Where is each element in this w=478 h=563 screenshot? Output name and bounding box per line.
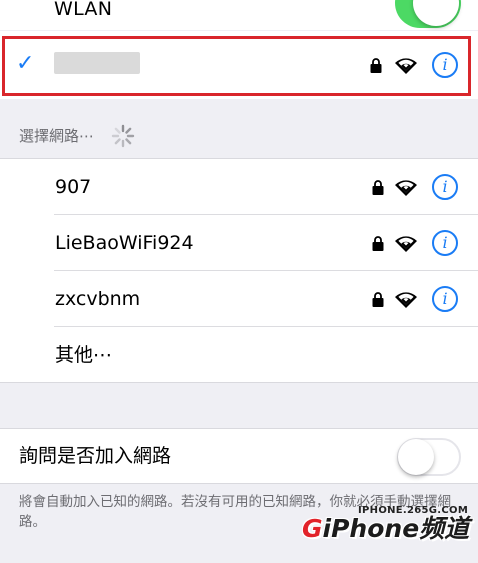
ask-to-join-toggle-knob xyxy=(398,439,434,475)
choose-network-header: 選擇網路⋯ xyxy=(19,127,95,145)
network-row[interactable]: 907 i xyxy=(0,159,478,215)
wifi-icon xyxy=(395,236,417,252)
watermark: IPHONE.265G.COM GiPhone频道 xyxy=(300,505,478,563)
wifi-icon xyxy=(395,292,417,308)
connected-network-name-redacted xyxy=(54,52,140,74)
wifi-icon xyxy=(395,58,417,74)
wlan-row: WLAN xyxy=(0,0,478,30)
network-row[interactable]: zxcvbnm i xyxy=(0,271,478,327)
wlan-settings-page: WLAN ✓ i 選擇網路⋯ 907 i LieBaoWiFi924 i zxc… xyxy=(0,0,478,563)
ask-to-join-toggle[interactable] xyxy=(397,438,461,476)
ask-to-join-row: 詢問是否加入網路 xyxy=(0,428,478,484)
network-name: LieBaoWiFi924 xyxy=(55,232,194,254)
lock-icon xyxy=(372,180,384,195)
ask-to-join-label: 詢問是否加入網路 xyxy=(19,445,172,467)
info-button[interactable]: i xyxy=(432,230,458,256)
network-name: 907 xyxy=(55,176,92,198)
wlan-label: WLAN xyxy=(54,0,113,20)
network-row[interactable]: LieBaoWiFi924 i xyxy=(0,215,478,271)
other-network-row[interactable]: 其他⋯ xyxy=(0,327,478,383)
network-list: 907 i LieBaoWiFi924 i zxcvbnm i 其他⋯ xyxy=(0,158,478,383)
watermark-logo-g: G xyxy=(302,514,323,543)
network-name: zxcvbnm xyxy=(55,288,141,310)
lock-icon xyxy=(370,58,382,73)
wlan-toggle-knob xyxy=(413,0,459,26)
info-button[interactable]: i xyxy=(432,52,458,78)
checkmark-icon: ✓ xyxy=(16,51,35,76)
wlan-toggle[interactable] xyxy=(395,0,461,28)
lock-icon xyxy=(372,236,384,251)
info-button[interactable]: i xyxy=(432,286,458,312)
watermark-logo-text: iPhone频道 xyxy=(322,514,470,543)
info-button[interactable]: i xyxy=(432,174,458,200)
watermark-logo: GiPhone频道 xyxy=(302,513,469,545)
other-network-label: 其他⋯ xyxy=(55,344,113,366)
wifi-icon xyxy=(395,180,417,196)
lock-icon xyxy=(372,292,384,307)
loading-spinner-icon xyxy=(111,124,135,148)
